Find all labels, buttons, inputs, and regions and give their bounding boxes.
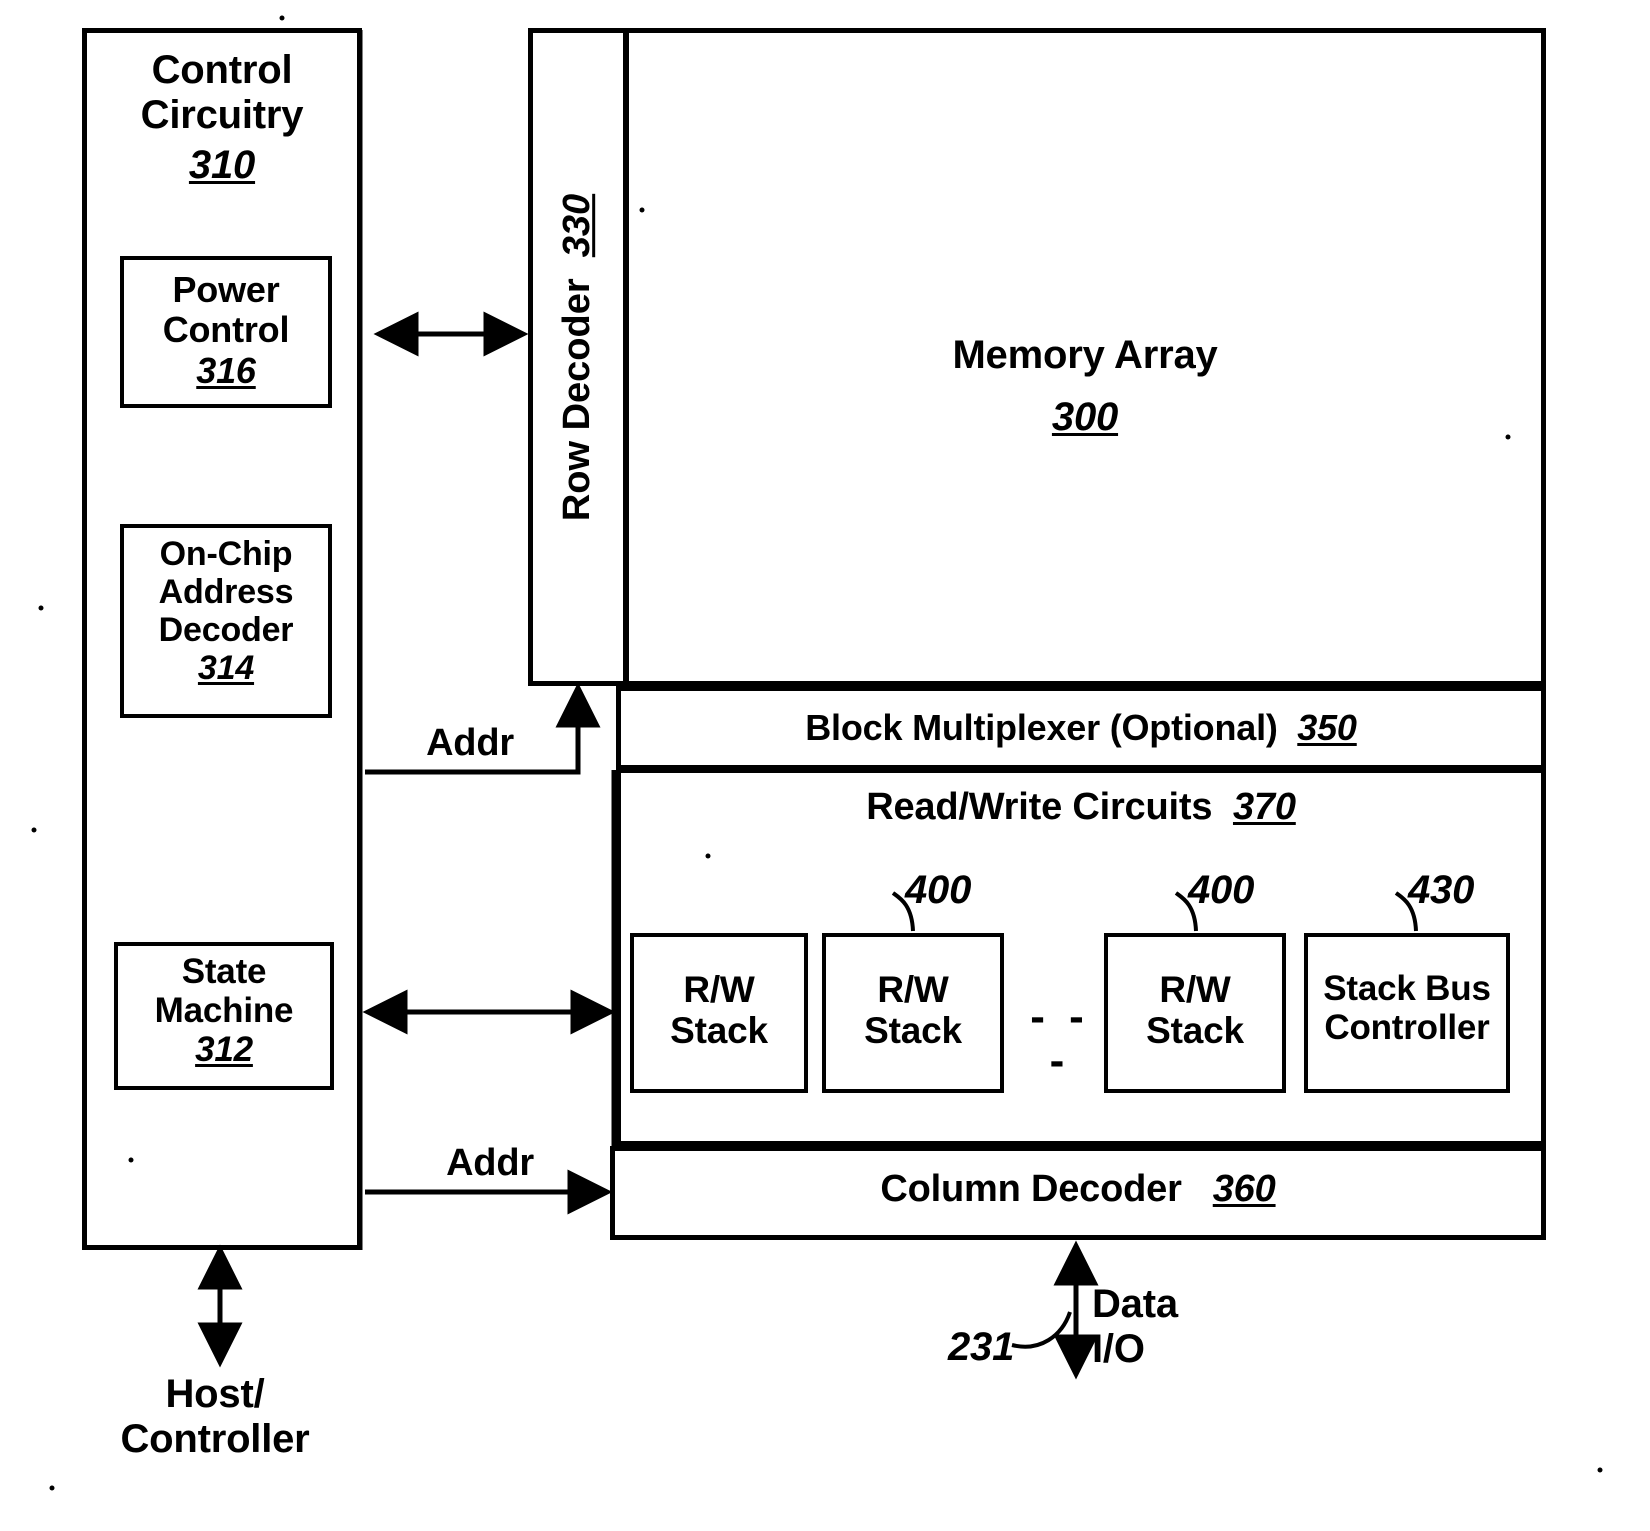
rw-stack-2-label: R/W Stack — [822, 969, 1004, 1052]
rw-stack-2-line1: R/W — [877, 969, 949, 1010]
power-control-line2: Control — [162, 309, 290, 351]
state-machine-line2: Machine — [154, 991, 294, 1031]
rw-stack-2-ref: 400 — [905, 868, 972, 912]
stack-bus-controller-ref-wrap: 430 — [1408, 868, 1528, 913]
stack-bus-controller-line2: Controller — [1324, 1008, 1490, 1048]
host-controller-line1: Host/ — [165, 1372, 265, 1416]
column-decoder-label: Column Decoder 360 — [610, 1168, 1546, 1211]
rw-stack-1-line2: Stack — [670, 1010, 768, 1052]
figure-canvas: Control Circuitry 310 Power Control 316 … — [0, 0, 1650, 1531]
state-machine-label: State Machine 312 — [114, 952, 334, 1070]
control-circuitry-title-line1: Control — [151, 48, 293, 92]
read-write-circuits-label-text: Read/Write Circuits — [866, 786, 1213, 828]
data-io-line2: I/O — [1092, 1326, 1145, 1371]
rw-stack-1-label: R/W Stack — [630, 969, 808, 1052]
rw-stack-2-line2: Stack — [864, 1010, 962, 1052]
address-decoder-ref: 314 — [197, 649, 255, 688]
rw-stack-ellipsis: - - - — [1030, 992, 1090, 1085]
read-write-circuits-label: Read/Write Circuits 370 — [616, 786, 1546, 829]
column-decoder-label-text: Column Decoder — [880, 1168, 1182, 1210]
data-io-ref: 231 — [948, 1325, 1015, 1369]
control-circuitry-title: Control Circuitry — [82, 48, 362, 138]
addr-label-upper: Addr — [426, 722, 514, 764]
state-machine-ref: 312 — [195, 1030, 253, 1070]
block-multiplexer-ref: 350 — [1297, 707, 1357, 748]
power-control-label: Power Control 316 — [120, 269, 332, 391]
address-decoder-line2: Address — [158, 573, 294, 612]
host-controller-line2: Controller — [120, 1416, 310, 1461]
rw-stack-3-line1: R/W — [1159, 969, 1231, 1010]
rw-stack-3-line2: Stack — [1146, 1010, 1244, 1052]
memory-array-ref: 300 — [1051, 395, 1119, 439]
data-io-label: Data I/O — [1092, 1282, 1272, 1372]
host-controller-label: Host/ Controller — [60, 1372, 370, 1462]
control-circuitry-ref: 310 — [82, 143, 362, 188]
rw-stack-3-ref: 400 — [1188, 868, 1255, 912]
power-control-line1: Power — [172, 269, 280, 310]
stack-bus-controller-ref: 430 — [1408, 868, 1475, 912]
block-multiplexer-label-text: Block Multiplexer (Optional) — [805, 707, 1278, 748]
read-write-circuits-ref: 370 — [1232, 786, 1296, 828]
data-io-line1: Data — [1092, 1282, 1178, 1326]
data-io-ref-wrap: 231 — [948, 1325, 1058, 1370]
power-control-ref: 316 — [196, 349, 256, 391]
memory-array-label-text: Memory Array — [952, 333, 1218, 377]
address-decoder-label: On-Chip Address Decoder 314 — [120, 535, 332, 687]
address-decoder-line3: Decoder — [158, 611, 294, 650]
rw-stack-1-line1: R/W — [683, 969, 755, 1010]
stack-bus-controller-label: Stack Bus Controller — [1304, 969, 1510, 1047]
block-multiplexer-label: Block Multiplexer (Optional) 350 — [616, 707, 1546, 748]
memory-array-label: Memory Array — [624, 333, 1546, 378]
row-decoder-label: Row Decoder 330 — [528, 28, 628, 686]
state-machine-line1: State — [181, 952, 267, 991]
row-decoder-label-text: Row Decoder 330 — [557, 193, 600, 520]
row-decoder-label-string: Row Decoder — [556, 277, 599, 521]
rw-stack-3-ref-wrap: 400 — [1188, 868, 1308, 913]
control-circuitry-title-line2: Circuitry — [140, 92, 304, 137]
address-decoder-line1: On-Chip — [159, 535, 293, 573]
addr-label-lower: Addr — [446, 1142, 534, 1184]
column-decoder-ref: 360 — [1212, 1168, 1276, 1210]
rw-stack-2-ref-wrap: 400 — [905, 868, 1025, 913]
rw-stack-3-label: R/W Stack — [1104, 969, 1286, 1052]
control-circuitry-ref-number: 310 — [188, 143, 256, 187]
stack-bus-controller-line1: Stack Bus — [1323, 969, 1491, 1008]
memory-array-ref-wrap: 300 — [624, 395, 1546, 440]
row-decoder-ref: 330 — [556, 193, 599, 257]
